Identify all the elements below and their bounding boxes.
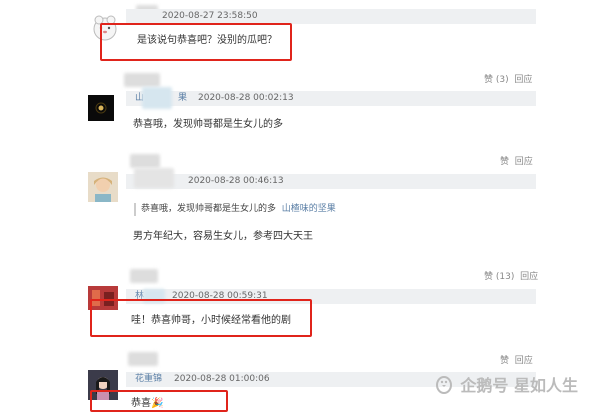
- username-blurred: [142, 87, 172, 109]
- username-blurred: [130, 269, 158, 283]
- comment-timestamp: 2020-08-28 00:46:13: [188, 176, 284, 186]
- comment-actions: 赞 (13) 回应: [484, 271, 538, 283]
- reply-button[interactable]: 回应: [520, 272, 538, 282]
- reply-button[interactable]: 回应: [515, 157, 533, 167]
- avatar-icon: [88, 172, 118, 202]
- avatar[interactable]: [88, 95, 114, 121]
- username-blurred: [134, 168, 174, 188]
- quoted-username[interactable]: 山楂味的坚果: [282, 204, 336, 214]
- comment-timestamp: 2020-08-28 00:02:13: [198, 93, 294, 103]
- like-button[interactable]: 赞: [500, 157, 509, 167]
- comment-username[interactable]: 花重锦: [135, 372, 162, 386]
- comment-text: 恭喜哦，发现帅哥都是生女儿的多: [133, 119, 283, 130]
- comment-actions: 赞 (3) 回应: [484, 74, 532, 86]
- watermark: 企鹅号 星如人生: [434, 372, 578, 396]
- username-blurred: [130, 154, 160, 168]
- comment-username-tail[interactable]: 果: [178, 91, 187, 105]
- avatar-icon: [95, 102, 107, 114]
- comment-text: 男方年纪大，容易生女儿，参考四大天王: [133, 231, 313, 242]
- username-blurred: [128, 352, 158, 366]
- reply-button[interactable]: 回应: [514, 75, 532, 85]
- like-button[interactable]: 赞 (3): [484, 75, 509, 85]
- highlight-box: [100, 23, 292, 61]
- watermark-text: 企鹅号 星如人生: [460, 376, 578, 395]
- penguin-logo-icon: [436, 376, 453, 394]
- comment-actions: 赞 回应: [500, 355, 533, 367]
- reply-button[interactable]: 回应: [515, 356, 533, 366]
- highlight-box: [90, 299, 312, 337]
- like-button[interactable]: 赞 (13): [484, 272, 514, 282]
- like-button[interactable]: 赞: [500, 356, 509, 366]
- comment-timestamp: 2020-08-27 23:58:50: [162, 11, 258, 21]
- quoted-comment: 恭喜哦，发现帅哥都是生女儿的多 山楂味的坚果: [134, 203, 336, 216]
- quoted-text: 恭喜哦，发现帅哥都是生女儿的多: [141, 204, 277, 214]
- comment-actions: 赞 回应: [500, 156, 533, 168]
- comment-meta-bar: [126, 91, 536, 106]
- comment-timestamp: 2020-08-28 01:00:06: [174, 374, 270, 384]
- avatar[interactable]: [88, 172, 118, 202]
- highlight-box: [90, 390, 228, 412]
- username-blurred: [124, 73, 160, 87]
